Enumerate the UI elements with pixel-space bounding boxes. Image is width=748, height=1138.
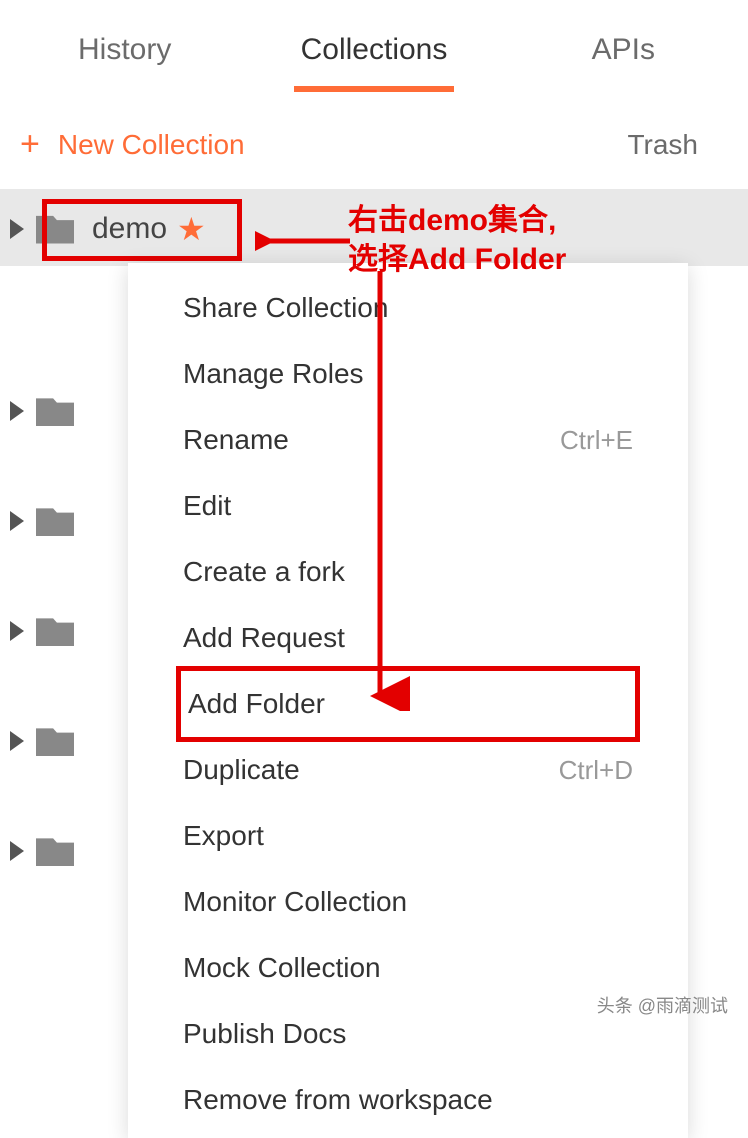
collection-row[interactable] bbox=[0, 356, 128, 466]
expand-arrow-icon bbox=[10, 841, 24, 861]
menu-edit[interactable]: Edit bbox=[128, 473, 688, 539]
menu-add-folder[interactable]: Add Folder bbox=[176, 666, 640, 742]
menu-shortcut: Ctrl+E bbox=[560, 425, 633, 456]
menu-export[interactable]: Export bbox=[128, 803, 688, 869]
menu-monitor-collection[interactable]: Monitor Collection bbox=[128, 869, 688, 935]
collection-name: demo bbox=[92, 212, 167, 246]
menu-duplicate[interactable]: DuplicateCtrl+D bbox=[128, 737, 688, 803]
expand-arrow-icon bbox=[10, 401, 24, 421]
menu-create-fork[interactable]: Create a fork bbox=[128, 539, 688, 605]
collection-row[interactable] bbox=[0, 796, 128, 906]
tab-apis[interactable]: APIs bbox=[499, 8, 748, 92]
menu-manage-roles[interactable]: Manage Roles bbox=[128, 341, 688, 407]
menu-rename[interactable]: RenameCtrl+E bbox=[128, 407, 688, 473]
trash-link[interactable]: Trash bbox=[627, 129, 698, 161]
folder-icon bbox=[36, 726, 74, 756]
folder-icon bbox=[36, 616, 74, 646]
expand-arrow-icon bbox=[10, 731, 24, 751]
collection-row[interactable] bbox=[0, 686, 128, 796]
menu-share-collection[interactable]: Share Collection bbox=[128, 275, 688, 341]
menu-remove-workspace[interactable]: Remove from workspace bbox=[128, 1067, 688, 1133]
collection-row[interactable] bbox=[0, 466, 128, 576]
tab-history[interactable]: History bbox=[0, 8, 249, 92]
folder-icon bbox=[36, 396, 74, 426]
folder-icon bbox=[36, 506, 74, 536]
menu-add-request[interactable]: Add Request bbox=[128, 605, 688, 671]
new-collection-button[interactable]: + New Collection bbox=[20, 125, 245, 164]
star-icon: ★ bbox=[177, 210, 206, 248]
plus-icon: + bbox=[20, 125, 40, 164]
expand-arrow-icon bbox=[10, 511, 24, 531]
expand-arrow-icon bbox=[10, 219, 24, 239]
menu-shortcut: Ctrl+D bbox=[559, 755, 633, 786]
folder-icon bbox=[36, 214, 74, 244]
new-collection-label: New Collection bbox=[58, 129, 245, 161]
folder-icon bbox=[36, 836, 74, 866]
collection-row[interactable] bbox=[0, 576, 128, 686]
expand-arrow-icon bbox=[10, 621, 24, 641]
watermark: 头条 @雨滴测试 bbox=[597, 992, 728, 1018]
collection-row-demo[interactable]: demo ★ bbox=[0, 191, 748, 266]
tab-collections[interactable]: Collections bbox=[249, 8, 498, 92]
